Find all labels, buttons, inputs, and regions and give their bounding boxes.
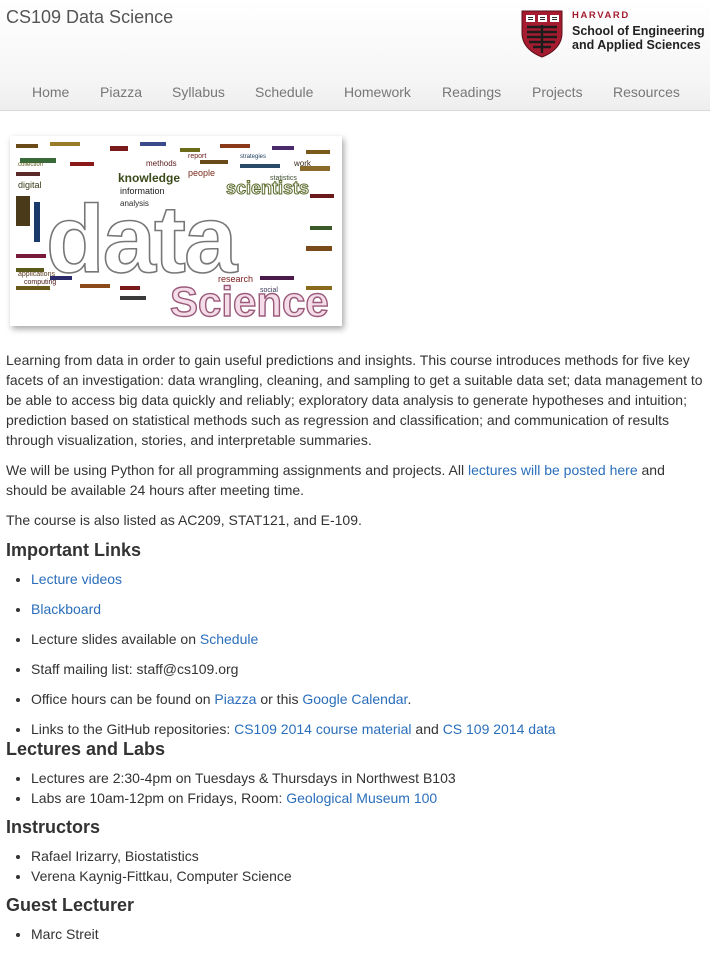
- python-text-before: We will be using Python for all programm…: [6, 462, 468, 478]
- piazza-link[interactable]: Piazza: [214, 691, 256, 707]
- cloud-title-data: data: [46, 186, 238, 293]
- cloud-word-knowledge: knowledge: [118, 171, 180, 185]
- python-paragraph: We will be using Python for all programm…: [6, 460, 706, 500]
- site-header: CS109 Data Science HARVARD School of Eng…: [0, 0, 710, 111]
- logo-school-line1: School of Engineering: [572, 23, 705, 38]
- list-item: Links to the GitHub repositories: CS109 …: [31, 719, 706, 739]
- list-item: Labs are 10am-12pm on Fridays, Room: Geo…: [31, 788, 706, 808]
- course-data-repo-link[interactable]: CS 109 2014 data: [443, 721, 556, 737]
- nav-piazza[interactable]: Piazza: [100, 82, 142, 102]
- list-item: Lecture slides available on Schedule: [31, 629, 706, 649]
- list-item: Verena Kaynig-Fittkau, Computer Science: [31, 866, 706, 886]
- geological-museum-link[interactable]: Geological Museum 100: [286, 790, 437, 806]
- slides-text: Lecture slides available on: [31, 631, 200, 647]
- instructors-list: Rafael Irizarry, Biostatistics Verena Ka…: [6, 846, 706, 886]
- list-item: Lectures are 2:30-4pm on Tuesdays & Thur…: [31, 768, 706, 788]
- harvard-shield-icon: [521, 10, 563, 58]
- list-item: Rafael Irizarry, Biostatistics: [31, 846, 706, 866]
- nav-schedule[interactable]: Schedule: [255, 82, 313, 102]
- office-hours-text: Office hours can be found on: [31, 691, 215, 707]
- github-mid: and: [411, 721, 443, 737]
- course-material-repo-link[interactable]: CS109 2014 course material: [234, 721, 411, 737]
- main-content: Learning from data in order to gain usef…: [6, 350, 706, 944]
- cloud-word-methods: methods: [146, 159, 177, 168]
- cloud-title-science: Science: [170, 278, 329, 325]
- cross-listing-paragraph: The course is also listed as AC209, STAT…: [6, 512, 362, 528]
- word-cloud-graphic: knowledge scientists information people …: [10, 136, 342, 326]
- nav-resources[interactable]: Resources: [613, 82, 680, 102]
- list-item: Marc Streit: [31, 924, 706, 944]
- intro-paragraph: Learning from data in order to gain usef…: [6, 352, 703, 448]
- schedule-link[interactable]: Schedule: [200, 631, 258, 647]
- seas-logo[interactable]: HARVARD School of Engineering and Applie…: [572, 11, 705, 52]
- lectures-labs-heading: Lectures and Labs: [6, 739, 166, 759]
- important-links-heading: Important Links: [6, 540, 142, 560]
- office-hours-mid: or this: [256, 691, 303, 707]
- main-nav: Home Piazza Syllabus Schedule Homework R…: [0, 82, 710, 102]
- cloud-word-work: work: [293, 159, 312, 168]
- list-item: Lecture videos: [31, 569, 706, 589]
- blackboard-link[interactable]: Blackboard: [31, 601, 101, 617]
- mailing-list-text: Staff mailing list: staff@cs109.org: [31, 661, 239, 677]
- list-item: Office hours can be found on Piazza or t…: [31, 689, 706, 709]
- guest-lecturer-heading: Guest Lecturer: [6, 895, 135, 915]
- important-links-list: Lecture videos Blackboard Lecture slides…: [6, 569, 706, 739]
- nav-home[interactable]: Home: [32, 82, 69, 102]
- labs-text: Labs are 10am-12pm on Fridays, Room:: [31, 790, 287, 806]
- nav-homework[interactable]: Homework: [344, 82, 411, 102]
- nav-projects[interactable]: Projects: [532, 82, 583, 102]
- logo-school-line2: and Applied Sciences: [572, 38, 701, 52]
- google-calendar-link[interactable]: Google Calendar: [302, 691, 407, 707]
- instructors-heading: Instructors: [6, 817, 101, 837]
- lectures-posted-link[interactable]: lectures will be posted here: [468, 462, 638, 478]
- list-item: Staff mailing list: staff@cs109.org: [31, 659, 706, 679]
- cloud-word-strategies: strategies: [240, 154, 266, 160]
- cloud-word-statistics: statistics: [270, 175, 297, 182]
- office-hours-end: .: [407, 691, 412, 707]
- data-science-word-cloud-image: knowledge scientists information people …: [10, 136, 342, 326]
- cloud-word-digital: digital: [18, 180, 42, 190]
- cloud-word-people: people: [188, 168, 215, 178]
- list-item: Blackboard: [31, 599, 706, 619]
- cloud-word-collection: collection: [18, 162, 43, 168]
- nav-syllabus[interactable]: Syllabus: [172, 82, 225, 102]
- site-title[interactable]: CS109 Data Science: [6, 7, 173, 28]
- guest-lecturer-list: Marc Streit: [6, 924, 706, 944]
- github-text: Links to the GitHub repositories:: [31, 721, 235, 737]
- cloud-word-report: report: [188, 153, 206, 160]
- nav-readings[interactable]: Readings: [442, 82, 501, 102]
- logo-harvard-text: HARVARD: [572, 10, 630, 21]
- lectures-labs-list: Lectures are 2:30-4pm on Tuesdays & Thur…: [6, 768, 706, 808]
- lecture-videos-link[interactable]: Lecture videos: [31, 571, 122, 587]
